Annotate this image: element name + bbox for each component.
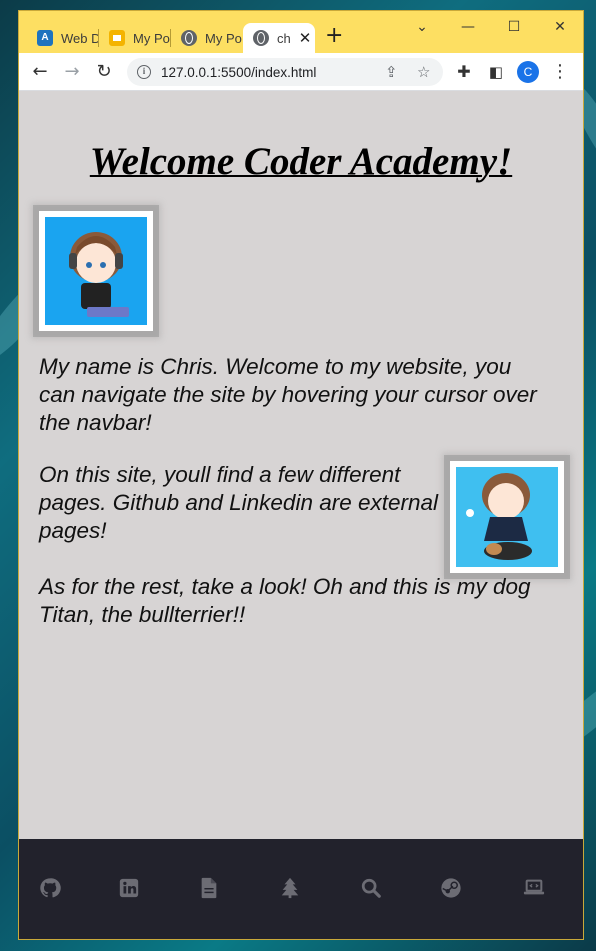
back-arrow-icon[interactable]: ← bbox=[29, 61, 51, 83]
steam-icon[interactable] bbox=[440, 877, 462, 899]
github-icon[interactable] bbox=[39, 877, 61, 899]
site-info-icon[interactable]: i bbox=[137, 65, 151, 79]
site-info-paragraph: On this site, youll find a few different… bbox=[39, 462, 439, 543]
tab-strip: A Web D My Po My Po ch ✕ + ⌄ — ☐ ✕ bbox=[19, 11, 583, 53]
avatar-image-dog bbox=[450, 461, 564, 573]
file-icon[interactable] bbox=[198, 877, 220, 899]
share-icon[interactable]: ⇪ bbox=[385, 63, 398, 81]
globe-icon bbox=[253, 30, 269, 46]
slides-icon bbox=[109, 30, 125, 46]
tab-search-chevron-icon[interactable]: ⌄ bbox=[399, 15, 445, 43]
footer-navbar bbox=[19, 839, 583, 939]
bookmark-star-icon[interactable]: ☆ bbox=[417, 63, 430, 81]
tab-3[interactable]: My Po bbox=[171, 23, 243, 53]
intro-paragraph: My name is Chris. Welcome to my website,… bbox=[39, 354, 537, 435]
close-window-button[interactable]: ✕ bbox=[537, 15, 583, 43]
globe-icon bbox=[181, 30, 197, 46]
minimize-button[interactable]: — bbox=[445, 15, 491, 43]
profile-avatar[interactable]: C bbox=[517, 61, 539, 83]
close-tab-icon[interactable]: ✕ bbox=[299, 29, 312, 47]
search-icon[interactable] bbox=[360, 877, 382, 899]
tree-icon[interactable] bbox=[279, 877, 301, 899]
page-body: Welcome Coder Academy! My name is Chris.… bbox=[19, 91, 583, 839]
page-title: Welcome Coder Academy! bbox=[89, 140, 513, 183]
tab-active[interactable]: ch ✕ bbox=[243, 23, 315, 53]
chibi-headset-illustration bbox=[69, 232, 129, 317]
maximize-button[interactable]: ☐ bbox=[491, 15, 537, 43]
reload-icon[interactable]: ↻ bbox=[93, 61, 115, 83]
extensions-puzzle-icon[interactable]: ✚ bbox=[453, 61, 475, 83]
tab-label: ch bbox=[277, 30, 291, 46]
dog-paragraph: As for the rest, take a look! Oh and thi… bbox=[39, 574, 531, 627]
tab-label: Web D bbox=[61, 30, 99, 46]
side-panel-icon[interactable]: ◧ bbox=[485, 61, 507, 83]
chibi-with-dog-illustration bbox=[466, 473, 532, 560]
url-input[interactable] bbox=[161, 64, 371, 80]
tab-label: My Po bbox=[133, 30, 170, 46]
tab-1[interactable]: A Web D bbox=[27, 23, 99, 53]
linkedin-icon[interactable] bbox=[118, 877, 140, 899]
browser-window: A Web D My Po My Po ch ✕ + ⌄ — ☐ ✕ ← → ↻… bbox=[18, 10, 584, 940]
laptop-code-icon[interactable] bbox=[523, 877, 545, 899]
address-bar[interactable]: i ⇪ ☆ bbox=[127, 58, 443, 86]
new-tab-button[interactable]: + bbox=[325, 23, 343, 48]
avatar-image-headset bbox=[39, 211, 153, 331]
tab-label: My Po bbox=[205, 30, 242, 46]
tab-2[interactable]: My Po bbox=[99, 23, 171, 53]
academy-icon: A bbox=[37, 30, 53, 46]
kebab-menu-icon[interactable]: ⋮ bbox=[549, 61, 571, 83]
browser-toolbar: ← → ↻ i ⇪ ☆ ✚ ◧ C ⋮ bbox=[19, 53, 583, 91]
forward-arrow-icon[interactable]: → bbox=[61, 61, 83, 83]
